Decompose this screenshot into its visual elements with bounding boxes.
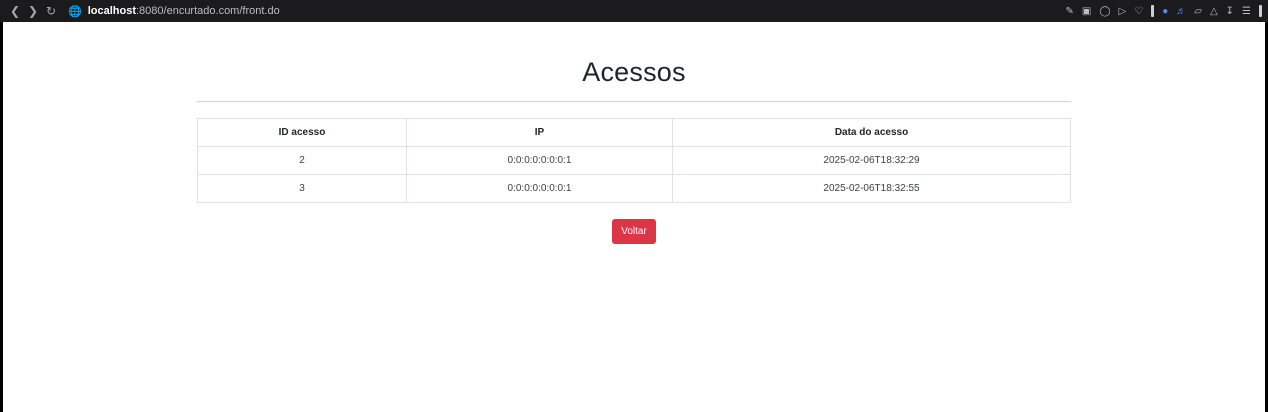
cell-id: 3: [197, 174, 407, 203]
title-divider: [197, 101, 1071, 102]
browser-toolbar: ❮ ❯ ↻ 🌐 localhost :8080/encurtado.com/fr…: [0, 0, 1268, 22]
cell-ip: 0:0:0:0:0:0:0:1: [406, 174, 673, 203]
url-path: :8080/encurtado.com/front.do: [136, 5, 280, 17]
page-title: Acessos: [582, 57, 686, 87]
globe-icon: 🌐: [68, 5, 82, 18]
header-ip: IP: [406, 118, 673, 147]
back-icon[interactable]: ❮: [6, 4, 24, 18]
toolbar-icons: ✎ ▣ ◯ ▷ ♡ ● ♬ ▱ △ ↧ ☰: [1065, 5, 1262, 17]
cube-icon[interactable]: ▱: [1194, 6, 1202, 17]
table-header-row: ID acesso IP Data do acesso: [197, 118, 1071, 147]
url-host: localhost: [87, 5, 136, 17]
table-row: 3 0:0:0:0:0:0:0:1 2025-02-06T18:32:55: [197, 174, 1071, 203]
shield-icon[interactable]: ◯: [1099, 6, 1110, 17]
page-content: Acessos ID acesso IP Data do acesso 2 0:…: [3, 22, 1265, 412]
heart-icon[interactable]: ♡: [1134, 6, 1143, 17]
button-row: Voltar: [197, 219, 1071, 244]
cell-date: 2025-02-06T18:32:29: [672, 146, 1071, 175]
address-bar[interactable]: 🌐 localhost :8080/encurtado.com/front.do: [68, 5, 280, 18]
menu-icon[interactable]: ☰: [1242, 6, 1251, 17]
audio-icon[interactable]: ♬: [1176, 6, 1186, 17]
divider: [1259, 5, 1262, 17]
forward-icon[interactable]: ❯: [24, 4, 42, 18]
access-table: ID acesso IP Data do acesso 2 0:0:0:0:0:…: [197, 118, 1071, 203]
divider: [1151, 5, 1155, 17]
profile-icon[interactable]: △: [1210, 6, 1218, 17]
download-icon[interactable]: ↧: [1226, 6, 1234, 17]
header-id-acesso: ID acesso: [197, 118, 407, 147]
reload-icon[interactable]: ↻: [42, 4, 60, 18]
main-container: Acessos ID acesso IP Data do acesso 2 0:…: [197, 22, 1071, 244]
header-data-do-acesso: Data do acesso: [672, 118, 1071, 147]
cell-date: 2025-02-06T18:32:55: [672, 174, 1071, 203]
extension-icon[interactable]: ●: [1162, 6, 1168, 17]
back-button[interactable]: Voltar: [612, 219, 656, 244]
cell-id: 2: [197, 146, 407, 175]
table-row: 2 0:0:0:0:0:0:0:1 2025-02-06T18:32:29: [197, 146, 1071, 175]
edit-icon[interactable]: ✎: [1065, 6, 1073, 17]
camera-icon[interactable]: ▣: [1082, 6, 1091, 17]
cell-ip: 0:0:0:0:0:0:0:1: [406, 146, 673, 175]
send-icon[interactable]: ▷: [1119, 6, 1127, 17]
